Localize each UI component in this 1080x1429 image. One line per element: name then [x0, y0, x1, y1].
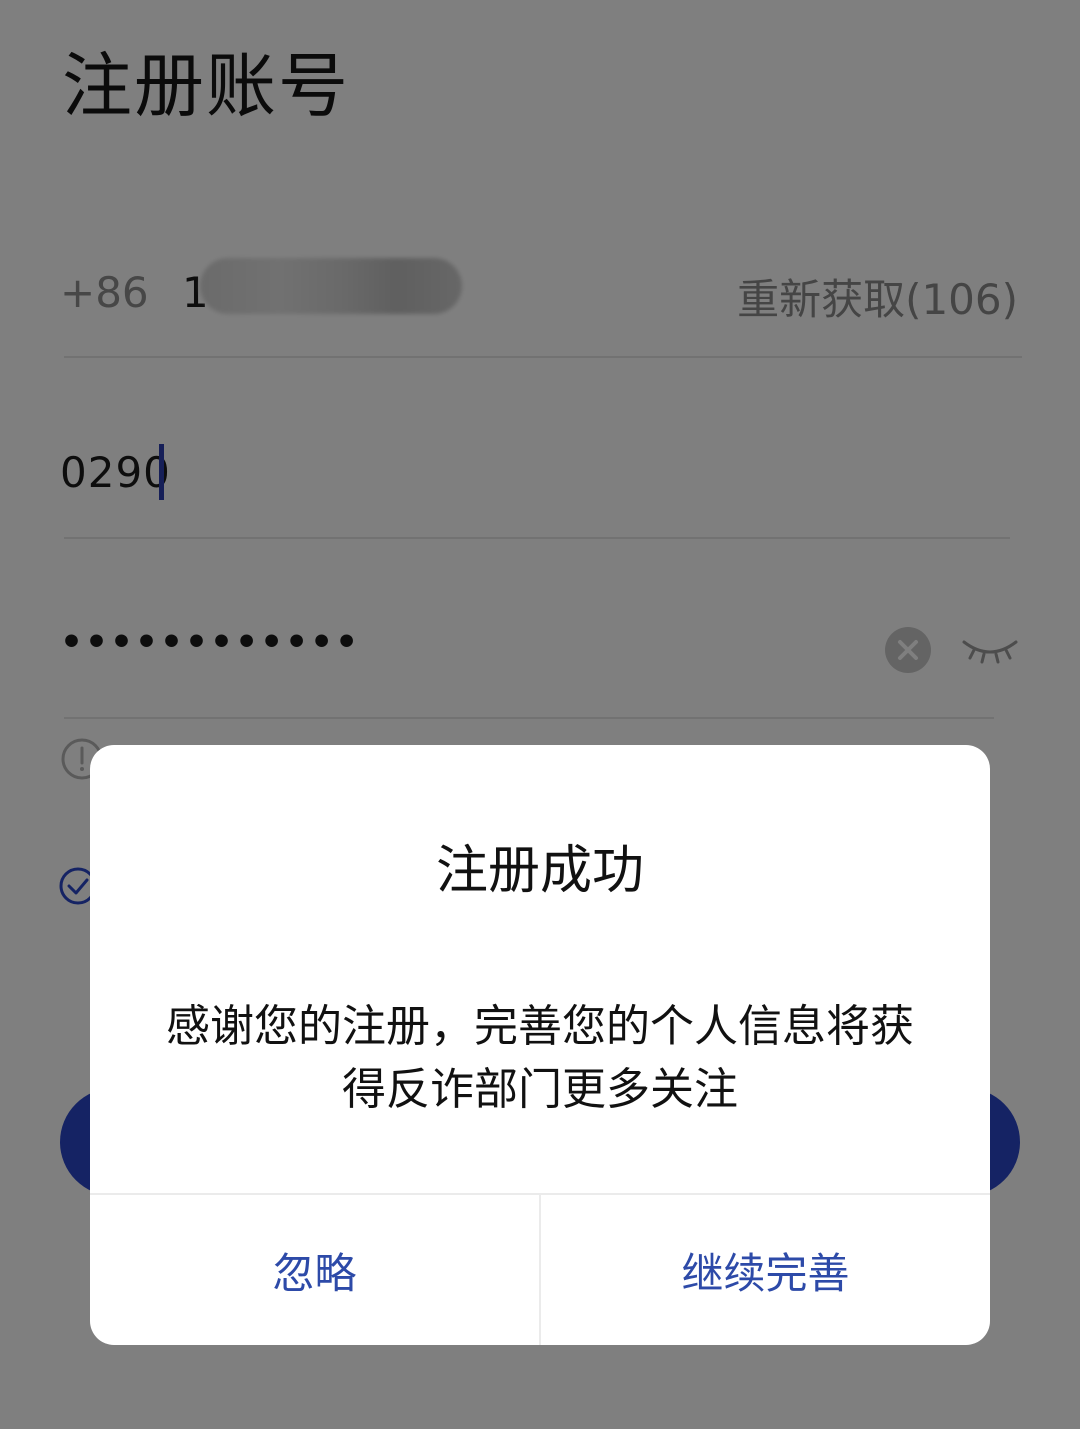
dialog-title: 注册成功 — [435, 841, 644, 901]
continue-button[interactable]: 继续完善 — [541, 1195, 990, 1345]
register-page: 注册账号 +86 1 重新获取(106) 0290 •••••••••••• — [0, 0, 1080, 1429]
dialog-message: 感谢您的注册，完善您的个人信息将获得反诈部门更多关注 — [166, 1001, 914, 1115]
ignore-button[interactable]: 忽略 — [90, 1195, 539, 1345]
